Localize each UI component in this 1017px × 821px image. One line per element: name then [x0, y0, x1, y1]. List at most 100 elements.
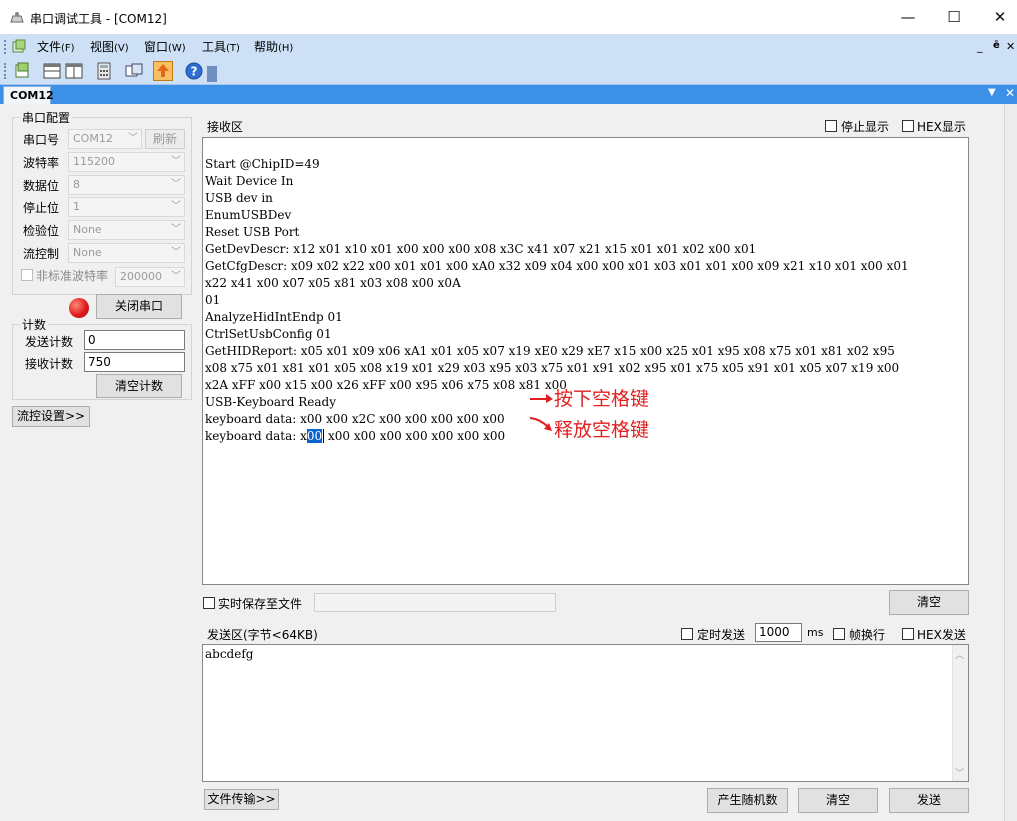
- timed-send-checkbox[interactable]: [681, 628, 693, 640]
- send-count-field: 0: [84, 330, 185, 350]
- receive-line: USB dev in: [205, 191, 273, 205]
- flow-label: 流控制: [23, 247, 60, 261]
- recv-count-field: 750: [84, 352, 185, 372]
- hex-display-label: HEX显示: [917, 120, 966, 134]
- baud-label: 波特率: [23, 156, 60, 170]
- annotation-release-space: 释放空格键: [554, 419, 650, 441]
- mdi-restore-button[interactable]: ē: [993, 40, 1000, 51]
- receive-line: AnalyzeHidIntEndp 01: [205, 310, 343, 324]
- send-textarea[interactable]: [202, 644, 969, 782]
- scroll-up-icon[interactable]: ︿: [955, 648, 964, 661]
- chevron-down-icon: ﹀: [128, 133, 138, 144]
- minimize-button[interactable]: —: [885, 0, 931, 34]
- nonstd-baud-checkbox[interactable]: [21, 269, 33, 281]
- tab-strip: [0, 85, 1017, 104]
- press-arrow-icon: [530, 394, 553, 403]
- send-area-title: 发送区(字节<64KB): [207, 628, 318, 642]
- save-file-path-field[interactable]: [314, 593, 556, 612]
- receive-line: EnumUSBDev: [205, 208, 292, 222]
- hex-display-checkbox[interactable]: [902, 120, 914, 132]
- release-arrow-icon: [529, 417, 552, 431]
- stop-display-label: 停止显示: [841, 120, 890, 134]
- flow-settings-button[interactable]: 流控设置>>: [12, 406, 90, 427]
- outer-scrollbar[interactable]: [1004, 104, 1017, 821]
- annotation-press-space: 按下空格键: [554, 388, 650, 410]
- databits-select[interactable]: 8 ﹀: [68, 175, 185, 195]
- chevron-down-icon: ﹀: [171, 156, 181, 167]
- receive-line: x08 x75 x01 x81 x01 x05 x08 x19 x01 x29 …: [205, 361, 900, 375]
- serial-tool-app-icon: [10, 12, 24, 23]
- send-button[interactable]: 发送: [889, 788, 969, 813]
- stopbits-label: 停止位: [23, 201, 60, 215]
- close-window-button[interactable]: ✕: [977, 0, 1017, 34]
- help-icon[interactable]: ?: [184, 61, 204, 81]
- frame-newline-label: 帧换行: [849, 628, 886, 642]
- clear-send-button[interactable]: 清空: [798, 788, 878, 813]
- chevron-down-icon: ﹀: [171, 224, 181, 235]
- serial-config-title: 串口配置: [20, 109, 73, 126]
- chevron-down-icon: ﹀: [171, 201, 181, 212]
- toolbar-overflow-icon[interactable]: [207, 66, 217, 82]
- flow-select[interactable]: None ﹀: [68, 243, 185, 263]
- hex-send-checkbox[interactable]: [902, 628, 914, 640]
- port-select[interactable]: COM12 ﹀: [68, 129, 142, 149]
- send-text: abcdefg: [205, 647, 254, 661]
- chevron-down-icon: ﹀: [171, 247, 181, 258]
- parity-select[interactable]: None ﹀: [68, 220, 185, 240]
- receive-line: GetDevDescr: x12 x01 x10 x01 x00 x00 x00…: [205, 242, 757, 256]
- mdi-minimize-button[interactable]: _: [977, 40, 983, 53]
- last-line-suffix: x00 x00 x00 x00 x00 x00 x00: [324, 429, 506, 443]
- port-status-indicator: [69, 298, 89, 318]
- tab-list-chevron-down-icon[interactable]: ▼: [988, 87, 996, 98]
- receive-line: GetHIDReport: x05 x01 x09 x06 xA1 x01 x0…: [205, 344, 895, 358]
- clear-receive-button[interactable]: 清空: [889, 590, 969, 615]
- selected-text: 00: [306, 429, 323, 443]
- scroll-down-icon[interactable]: ﹀: [955, 766, 964, 779]
- chevron-down-icon: ﹀: [171, 179, 181, 190]
- receive-line: Reset USB Port: [205, 225, 300, 239]
- save-to-file-label: 实时保存至文件: [218, 597, 303, 611]
- receive-line: GetCfgDescr: x09 x02 x22 x00 x01 x01 x00…: [205, 259, 909, 273]
- maximize-button[interactable]: ☐: [931, 0, 977, 34]
- nonstd-baud-select[interactable]: 200000 ﹀: [115, 267, 185, 287]
- stopbits-select[interactable]: 1 ﹀: [68, 197, 185, 217]
- receive-line: Start @ChipID=49: [205, 157, 320, 171]
- refresh-button[interactable]: 刷新: [145, 129, 185, 149]
- last-line-prefix: keyboard data: x: [205, 429, 307, 443]
- menu-help[interactable]: 帮助(H): [254, 38, 293, 55]
- receive-line: 01: [205, 293, 221, 307]
- file-transfer-button[interactable]: 文件传输>>: [204, 789, 279, 810]
- tab-close-icon[interactable]: ✕: [1005, 86, 1015, 100]
- menu-file[interactable]: 文件(F): [37, 38, 75, 55]
- recv-count-label: 接收计数: [25, 357, 74, 371]
- send-scrollbar[interactable]: [952, 645, 968, 781]
- mdi-close-button[interactable]: ✕: [1006, 40, 1015, 53]
- menu-tools[interactable]: 工具(T): [202, 38, 240, 55]
- window-icon[interactable]: [124, 61, 144, 81]
- upload-icon[interactable]: [153, 61, 173, 81]
- interval-field[interactable]: 1000: [755, 623, 802, 642]
- counter-title: 计数: [20, 316, 49, 333]
- frame-newline-checkbox[interactable]: [833, 628, 845, 640]
- window-title: 串口调试工具 - [COM12]: [30, 12, 167, 26]
- horizontal-split-icon[interactable]: [42, 61, 62, 81]
- random-number-button[interactable]: 产生随机数: [707, 788, 788, 813]
- menu-window[interactable]: 窗口(W): [144, 38, 186, 55]
- save-to-file-checkbox[interactable]: [203, 597, 215, 609]
- new-document-icon[interactable]: [12, 61, 32, 81]
- vertical-split-icon[interactable]: [64, 61, 84, 81]
- receive-line: x22 x41 x00 x07 x05 x81 x03 x08 x00 x0A: [205, 276, 461, 290]
- tab-com12[interactable]: COM12: [3, 86, 54, 104]
- calculator-icon[interactable]: [94, 61, 114, 81]
- menu-view[interactable]: 视图(V): [90, 38, 129, 55]
- close-port-button[interactable]: 关闭串口: [96, 294, 182, 319]
- port-label: 串口号: [23, 133, 60, 147]
- interval-unit: ms: [807, 626, 824, 639]
- app-menu-icon[interactable]: [11, 39, 27, 55]
- send-count-label: 发送计数: [25, 335, 74, 349]
- stop-display-checkbox[interactable]: [825, 120, 837, 132]
- hex-send-label: HEX发送: [917, 628, 966, 642]
- clear-count-button[interactable]: 清空计数: [96, 374, 182, 398]
- databits-label: 数据位: [23, 179, 60, 193]
- baud-select[interactable]: 115200 ﹀: [68, 152, 185, 172]
